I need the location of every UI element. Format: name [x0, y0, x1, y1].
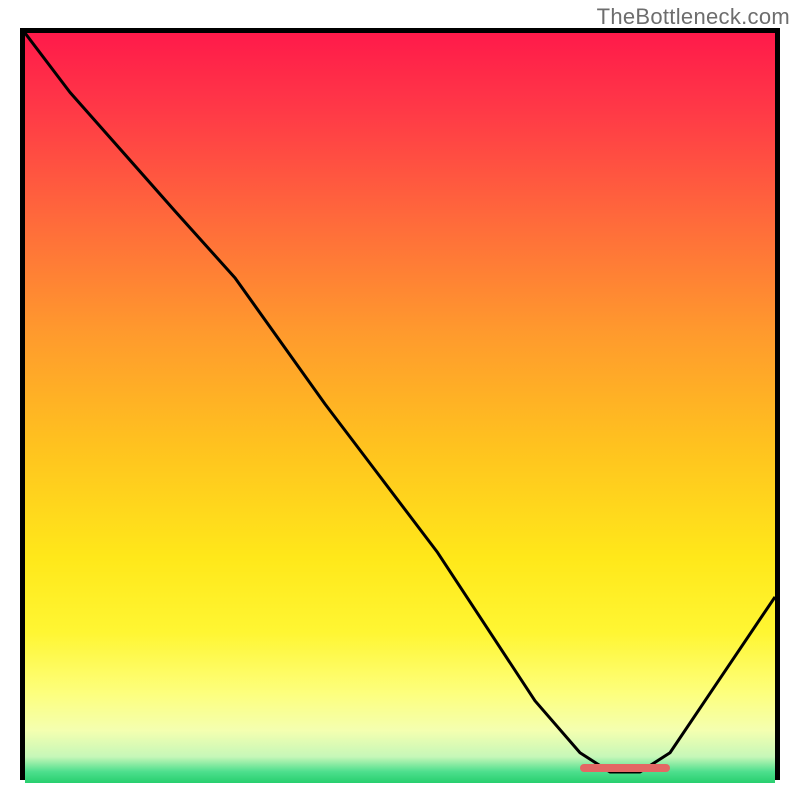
chart-line-curve — [25, 33, 775, 775]
optimal-range-marker — [580, 764, 670, 772]
chart-plot-area — [20, 28, 780, 780]
watermark-text: TheBottleneck.com — [597, 4, 790, 30]
